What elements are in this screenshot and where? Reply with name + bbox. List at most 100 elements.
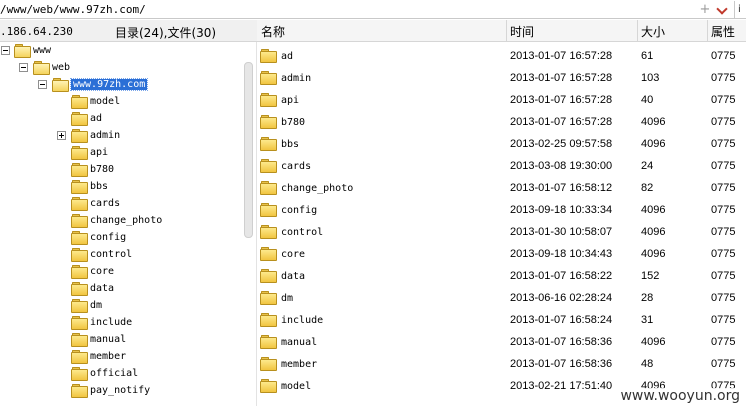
collapse-toggle[interactable] — [1, 46, 10, 55]
file-row[interactable]: api 2013-01-07 16:57:28 40 0775 — [257, 89, 746, 111]
collapse-toggle[interactable] — [19, 63, 28, 72]
tree-label: api — [90, 147, 109, 158]
file-size: 24 — [641, 160, 654, 172]
folder-icon — [71, 248, 88, 262]
divider — [734, 1, 735, 18]
scrollbar-thumb[interactable] — [244, 62, 253, 238]
tree-node-admin[interactable]: admin — [71, 127, 120, 144]
column-header-size[interactable]: 大小 — [641, 23, 665, 43]
folder-icon — [71, 163, 88, 177]
folder-icon — [260, 291, 277, 305]
tree-label: bbs — [90, 181, 109, 192]
tree-node-data[interactable]: data — [71, 280, 114, 297]
file-name: include — [281, 315, 324, 326]
address-bar: /www/web/www.97zh.com/ + i — [0, 0, 746, 19]
folder-icon — [260, 335, 277, 349]
folder-open-icon — [33, 61, 50, 75]
tree-scrollbar[interactable] — [242, 42, 256, 406]
file-name: model — [281, 381, 312, 392]
tree-node-model[interactable]: model — [71, 93, 120, 110]
folder-icon — [71, 231, 88, 245]
tree-node-web[interactable]: web — [33, 59, 70, 76]
file-row[interactable]: change_photo 2013-01-07 16:58:12 82 0775 — [257, 177, 746, 199]
tree-node-config[interactable]: config — [71, 229, 126, 246]
file-row[interactable]: b780 2013-01-07 16:57:28 4096 0775 — [257, 111, 746, 133]
tree-node-www[interactable]: www — [14, 42, 51, 59]
file-time: 2013-01-07 16:57:28 — [510, 50, 613, 62]
tree-node-api[interactable]: api — [71, 144, 108, 161]
folder-icon — [260, 357, 277, 371]
column-divider[interactable] — [707, 20, 708, 42]
tree-node-control[interactable]: control — [71, 246, 132, 263]
tree-node-change-photo[interactable]: change_photo — [71, 212, 162, 229]
tree-label: cards — [90, 198, 121, 209]
file-size: 61 — [641, 50, 654, 62]
tree-node-b780[interactable]: b780 — [71, 161, 114, 178]
tree-node-manual[interactable]: manual — [71, 331, 126, 348]
tree-node-include[interactable]: include — [71, 314, 132, 331]
file-row[interactable]: data 2013-01-07 16:58:22 152 0775 — [257, 265, 746, 287]
file-name: bbs — [281, 139, 300, 150]
file-row[interactable]: manual 2013-01-07 16:58:36 4096 0775 — [257, 331, 746, 353]
tree-node-pay-notify[interactable]: pay_notify — [71, 382, 150, 399]
file-name: core — [281, 249, 306, 260]
file-attr: 0775 — [711, 160, 736, 172]
tree-node-core[interactable]: core — [71, 263, 114, 280]
file-attr: 0775 — [711, 94, 736, 106]
folder-icon — [71, 112, 88, 126]
file-name: control — [281, 227, 324, 238]
file-attr: 0775 — [711, 292, 736, 304]
file-row[interactable]: config 2013-09-18 10:33:34 4096 0775 — [257, 199, 746, 221]
tree-label: data — [90, 283, 115, 294]
column-header-name[interactable]: 名称 — [261, 23, 285, 43]
tree-node-cards[interactable]: cards — [71, 195, 120, 212]
tree-node-dm[interactable]: dm — [71, 297, 102, 314]
folder-icon — [71, 367, 88, 381]
file-time: 2013-09-18 10:33:34 — [510, 204, 613, 216]
chevron-down-icon[interactable] — [716, 4, 728, 16]
column-divider[interactable] — [506, 20, 507, 42]
address-path-input[interactable]: /www/web/www.97zh.com/ — [0, 3, 146, 16]
file-row[interactable]: bbs 2013-02-25 09:57:58 4096 0775 — [257, 133, 746, 155]
file-size: 4096 — [641, 248, 666, 260]
folder-icon — [71, 384, 88, 398]
tree-node-ad[interactable]: ad — [71, 110, 102, 127]
tree-node-official[interactable]: official — [71, 365, 138, 382]
file-name: b780 — [281, 117, 306, 128]
address-tools: + i — [698, 0, 746, 19]
column-header-attr[interactable]: 属性 — [711, 23, 735, 43]
folder-icon — [71, 197, 88, 211]
file-row[interactable]: include 2013-01-07 16:58:24 31 0775 — [257, 309, 746, 331]
tree-node-site-selected[interactable]: www.97zh.com — [52, 76, 149, 93]
tree-node-bbs[interactable]: bbs — [71, 178, 108, 195]
file-attr: 0775 — [711, 116, 736, 128]
file-time: 2013-01-07 16:58:12 — [510, 182, 613, 194]
file-attr: 0775 — [711, 270, 736, 282]
column-headers: 名称 时间 大小 属性 — [257, 20, 746, 42]
truncated-button[interactable]: i — [738, 4, 746, 15]
file-row[interactable]: control 2013-01-30 10:58:07 4096 0775 — [257, 221, 746, 243]
file-size: 48 — [641, 358, 654, 370]
folder-icon — [260, 93, 277, 107]
file-attr: 0775 — [711, 226, 736, 238]
file-row[interactable]: admin 2013-01-07 16:57:28 103 0775 — [257, 67, 746, 89]
file-row[interactable]: cards 2013-03-08 19:30:00 24 0775 — [257, 155, 746, 177]
tree-label: change_photo — [90, 215, 163, 226]
collapse-toggle[interactable] — [38, 80, 47, 89]
file-row[interactable]: member 2013-01-07 16:58:36 48 0775 — [257, 353, 746, 375]
expand-toggle[interactable] — [57, 131, 66, 140]
file-row[interactable]: ad 2013-01-07 16:57:28 61 0775 — [257, 45, 746, 67]
add-icon[interactable]: + — [698, 2, 712, 17]
column-divider[interactable] — [637, 20, 638, 42]
tree-node-member[interactable]: member — [71, 348, 126, 365]
file-size: 4096 — [641, 336, 666, 348]
file-row[interactable]: dm 2013-06-16 02:28:24 28 0775 — [257, 287, 746, 309]
tree-label: manual — [90, 334, 127, 345]
file-row[interactable]: core 2013-09-18 10:34:43 4096 0775 — [257, 243, 746, 265]
file-attr: 0775 — [711, 72, 736, 84]
file-name: config — [281, 205, 318, 216]
folder-tree: www web www.97zh.com model ad admin api b780… — [0, 42, 244, 406]
column-header-time[interactable]: 时间 — [510, 23, 534, 43]
folder-icon — [71, 180, 88, 194]
folder-icon — [260, 203, 277, 217]
